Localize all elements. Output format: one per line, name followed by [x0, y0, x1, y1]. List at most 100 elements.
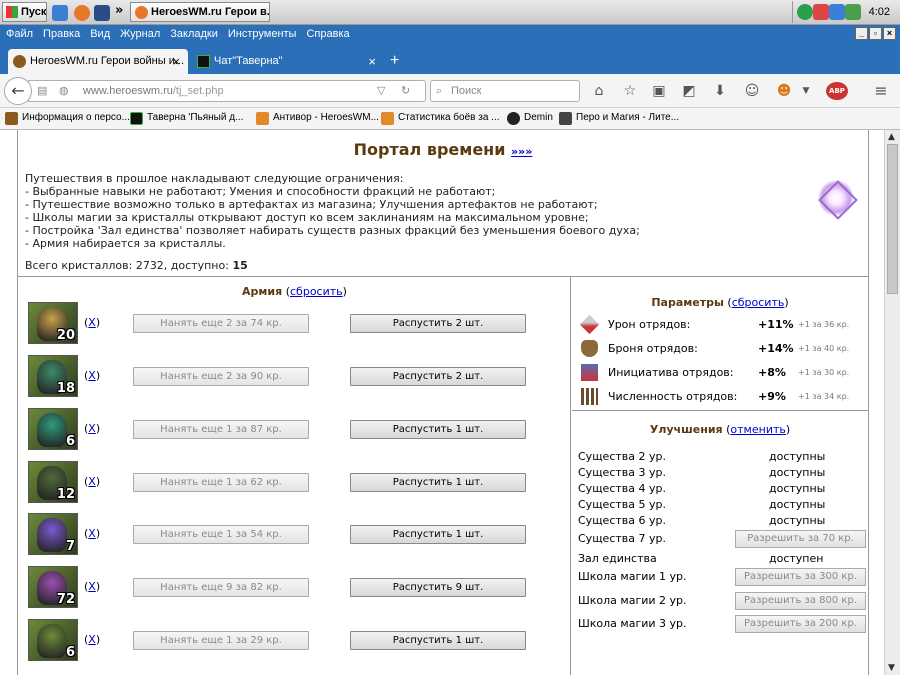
allow-upgrade-button[interactable]: Разрешить за 70 кр.: [735, 530, 866, 548]
allow-upgrade-button[interactable]: Разрешить за 200 кр.: [735, 615, 866, 633]
extension-menu-icon[interactable]: ▼: [797, 82, 815, 100]
volume-icon[interactable]: [829, 4, 845, 20]
unit-portrait[interactable]: 6: [28, 619, 78, 661]
unit-portrait[interactable]: 18: [28, 355, 78, 397]
dismiss-button[interactable]: Распустить 1 шт.: [350, 631, 526, 650]
taskbar-firefox-task[interactable]: HeroesWM.ru Герои в...: [130, 2, 270, 22]
extension-icon[interactable]: ☻: [775, 82, 793, 100]
close-tab-icon[interactable]: ×: [368, 49, 376, 74]
menu-bookmarks[interactable]: Закладки: [165, 25, 223, 43]
hire-more-button[interactable]: Нанять еще 1 за 62 кр.: [133, 473, 309, 492]
allow-upgrade-button[interactable]: Разрешить за 300 кр.: [735, 568, 866, 586]
unit-portrait[interactable]: 6: [28, 408, 78, 450]
tab-heroeswm[interactable]: HeroesWM.ru Герои войны и... ×: [8, 49, 188, 74]
bookmark-label: Перо и Магия - Лите...: [576, 112, 680, 123]
dismiss-button[interactable]: Распустить 1 шт.: [350, 420, 526, 439]
scroll-down-icon[interactable]: ▼: [888, 663, 895, 673]
param-label: Инициатива отрядов:: [608, 366, 734, 379]
network-icon[interactable]: [813, 4, 829, 20]
firefox-icon[interactable]: [74, 5, 90, 21]
remove-unit-link[interactable]: X: [88, 580, 96, 593]
params-reset-link[interactable]: сбросить: [732, 296, 785, 309]
menu-view[interactable]: Вид: [85, 25, 115, 43]
search-icon: ⌕: [436, 85, 443, 97]
start-button[interactable]: Пуск: [2, 2, 47, 22]
hire-more-button[interactable]: Нанять еще 1 за 87 кр.: [133, 420, 309, 439]
upgrades-cancel-link[interactable]: отменить: [730, 423, 785, 436]
chat-icon[interactable]: ☺: [743, 82, 761, 100]
close-window-button[interactable]: ×: [883, 27, 896, 40]
unit-portrait[interactable]: 7: [28, 513, 78, 555]
tab-tavern-chat[interactable]: Чат"Таверна" ×: [192, 49, 384, 74]
remove-unit-link[interactable]: X: [88, 369, 96, 382]
dismiss-button[interactable]: Распустить 1 шт.: [350, 525, 526, 544]
menu-file[interactable]: Файл: [0, 25, 38, 43]
bookmark-item[interactable]: Перо и Магия - Лите...: [559, 112, 680, 125]
army-unit-row: 7 (X) Нанять еще 1 за 54 кр. Распустить 1 ш…: [28, 513, 568, 557]
page-title: Портал времени »»»: [18, 140, 868, 159]
address-bar[interactable]: ▤ ◍ www.heroeswm.ru/tj_set.php ▽ ↻: [28, 80, 426, 102]
bookmark-item[interactable]: Антивор - HeroesWM...: [256, 112, 379, 125]
remove-unit-link[interactable]: X: [88, 527, 96, 540]
hire-more-button[interactable]: Нанять еще 1 за 54 кр.: [133, 525, 309, 544]
page-info-icon[interactable]: ▤: [37, 85, 49, 97]
remove-unit-link[interactable]: X: [88, 475, 96, 488]
dismiss-button[interactable]: Распустить 2 шт.: [350, 367, 526, 386]
home-icon[interactable]: ⌂: [590, 82, 608, 100]
remove-unit-link[interactable]: X: [88, 316, 96, 329]
dropdown-arrow-icon[interactable]: ▽: [377, 85, 389, 97]
new-tab-button[interactable]: +: [390, 52, 399, 70]
time-portal-icon: [818, 180, 854, 216]
minimize-button[interactable]: _: [855, 27, 868, 40]
dismiss-button[interactable]: Распустить 1 шт.: [350, 473, 526, 492]
app-tray-icon[interactable]: [845, 4, 861, 20]
scroll-up-icon[interactable]: ▲: [888, 132, 895, 142]
title-more-link[interactable]: »»»: [511, 145, 532, 158]
menu-history[interactable]: Журнал: [115, 25, 165, 43]
heroeswm-favicon: [5, 112, 18, 125]
close-tab-icon[interactable]: ×: [172, 49, 180, 74]
unit-portrait[interactable]: 20: [28, 302, 78, 344]
unit-portrait[interactable]: 12: [28, 461, 78, 503]
dismiss-button[interactable]: Распустить 9 шт.: [350, 578, 526, 597]
param-cost: +1 за 30 кр.: [798, 368, 850, 377]
bookmark-item[interactable]: Статистика боёв за ...: [381, 112, 500, 125]
reload-icon[interactable]: ↻: [401, 85, 413, 97]
hire-more-button[interactable]: Нанять еще 1 за 29 кр.: [133, 631, 309, 650]
ie-icon[interactable]: [52, 5, 68, 21]
menu-help[interactable]: Справка: [301, 25, 354, 43]
remove-unit-link[interactable]: X: [88, 633, 96, 646]
dismiss-button[interactable]: Распустить 2 шт.: [350, 314, 526, 333]
search-input[interactable]: ⌕ Поиск: [430, 80, 580, 102]
bookmark-item[interactable]: Таверна 'Пьяный д...: [130, 112, 243, 125]
param-value: +14%: [758, 342, 794, 355]
param-value: +11%: [758, 318, 794, 331]
menu-tools[interactable]: Инструменты: [223, 25, 302, 43]
allow-upgrade-button[interactable]: Разрешить за 800 кр.: [735, 592, 866, 610]
quicklaunch-more-icon[interactable]: »: [115, 3, 123, 18]
clock: 4:02: [868, 6, 890, 18]
reading-list-icon[interactable]: ▣: [650, 82, 668, 100]
upgrade-name: Существа 2 ур.: [578, 450, 666, 463]
remove-unit-link[interactable]: X: [88, 422, 96, 435]
restore-button[interactable]: ▫: [869, 27, 882, 40]
army-reset-link[interactable]: сбросить: [290, 285, 343, 298]
bookmark-item[interactable]: Demin: [507, 112, 553, 125]
hire-more-button[interactable]: Нанять еще 2 за 74 кр.: [133, 314, 309, 333]
pocket-icon[interactable]: ◩: [680, 82, 698, 100]
hire-more-button[interactable]: Нанять еще 2 за 90 кр.: [133, 367, 309, 386]
globe-icon: ◍: [59, 85, 69, 97]
unit-portrait[interactable]: 72: [28, 566, 78, 608]
bookmark-star-icon[interactable]: ☆: [621, 82, 639, 100]
scrollbar[interactable]: ▲ ▼: [884, 130, 900, 675]
back-button[interactable]: ←: [4, 77, 32, 105]
hamburger-menu-icon[interactable]: ≡: [872, 82, 890, 100]
download-icon[interactable]: ⬇: [711, 82, 729, 100]
hire-more-button[interactable]: Нанять еще 9 за 82 кр.: [133, 578, 309, 597]
adblock-icon[interactable]: ABP: [826, 82, 848, 100]
menu-edit[interactable]: Правка: [38, 25, 85, 43]
scrollbar-thumb[interactable]: [887, 144, 898, 294]
shield-icon[interactable]: [797, 4, 813, 20]
bookmark-item[interactable]: Информация о персо...: [5, 112, 130, 125]
save-disk-icon[interactable]: [94, 5, 110, 21]
